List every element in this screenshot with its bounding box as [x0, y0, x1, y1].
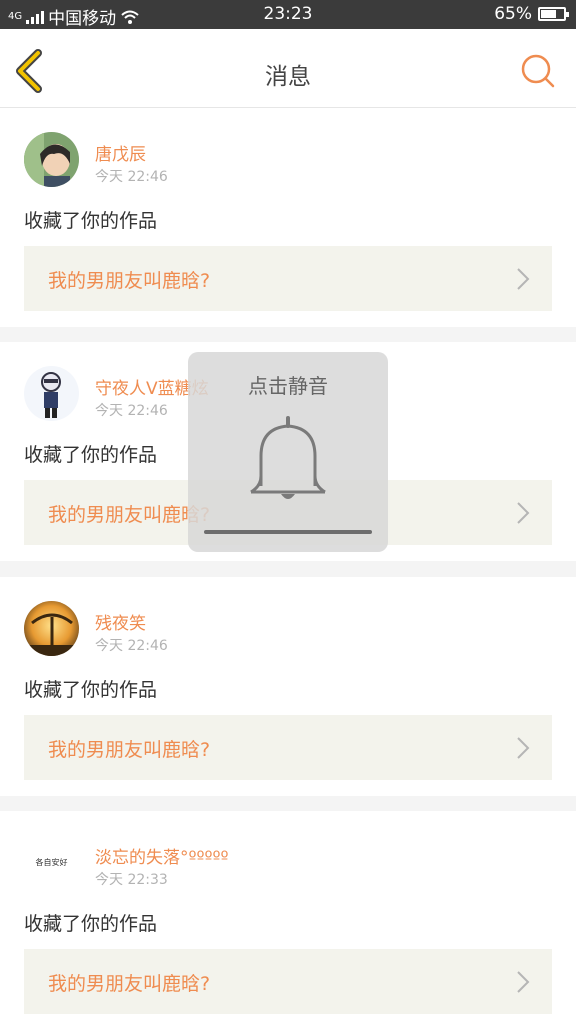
work-link[interactable]: 我的男朋友叫鹿晗?	[24, 246, 552, 311]
avatar[interactable]	[24, 601, 79, 656]
avatar-image	[24, 132, 79, 187]
avatar-image	[41, 372, 61, 418]
work-link[interactable]: 我的男朋友叫鹿晗?	[24, 949, 552, 1014]
work-title: 我的男朋友叫鹿晗?	[48, 973, 211, 995]
chevron-right-icon	[517, 268, 530, 290]
timestamp: 今天 22:46	[95, 169, 168, 185]
timestamp: 今天 22:33	[95, 872, 168, 888]
avatar[interactable]	[24, 132, 79, 187]
bell-icon	[250, 416, 326, 499]
user-name[interactable]: 淡忘的失落°ººººº	[95, 843, 229, 868]
timestamp: 今天 22:46	[95, 638, 168, 654]
page-title: 消息	[265, 64, 311, 90]
status-bar: 4G 中国移动 23:23 65%	[0, 0, 576, 29]
mute-toast[interactable]: 点击静音	[188, 352, 388, 552]
user-name[interactable]: 唐戊辰	[95, 140, 146, 165]
status-time: 23:23	[263, 4, 313, 24]
message-text: 收藏了你的作品	[24, 444, 158, 466]
search-icon[interactable]	[520, 53, 556, 89]
user-name[interactable]: 残夜笑	[95, 609, 146, 634]
chevron-right-icon	[517, 502, 530, 524]
avatar[interactable]: 各自安好	[24, 835, 79, 890]
work-title: 我的男朋友叫鹿晗?	[48, 270, 211, 292]
chevron-right-icon	[517, 971, 530, 993]
work-title: 我的男朋友叫鹿晗?	[48, 739, 211, 761]
work-title: 我的男朋友叫鹿晗?	[48, 504, 211, 526]
battery-icon	[538, 7, 569, 21]
message-card[interactable]: 各自安好 淡忘的失落°ººººº 今天 22:33 收藏了你的作品 我的男朋友叫…	[0, 811, 576, 1030]
message-text: 收藏了你的作品	[24, 679, 158, 701]
message-card[interactable]: 残夜笑 今天 22:46 收藏了你的作品 我的男朋友叫鹿晗?	[0, 577, 576, 796]
battery-percent: 65%	[494, 4, 532, 24]
avatar-image	[24, 601, 79, 656]
avatar[interactable]	[24, 366, 79, 421]
nav-bar: 消息	[0, 29, 576, 108]
message-card[interactable]: 唐戊辰 今天 22:46 收藏了你的作品 我的男朋友叫鹿晗?	[0, 108, 576, 327]
toast-text: 点击静音	[248, 374, 328, 398]
status-right: 65%	[494, 4, 569, 24]
message-text: 收藏了你的作品	[24, 913, 158, 935]
message-text: 收藏了你的作品	[24, 210, 158, 232]
timestamp: 今天 22:46	[95, 403, 168, 419]
chevron-right-icon	[517, 737, 530, 759]
work-link[interactable]: 我的男朋友叫鹿晗?	[24, 715, 552, 780]
volume-bar	[204, 530, 372, 534]
avatar-text: 各自安好	[35, 858, 68, 867]
